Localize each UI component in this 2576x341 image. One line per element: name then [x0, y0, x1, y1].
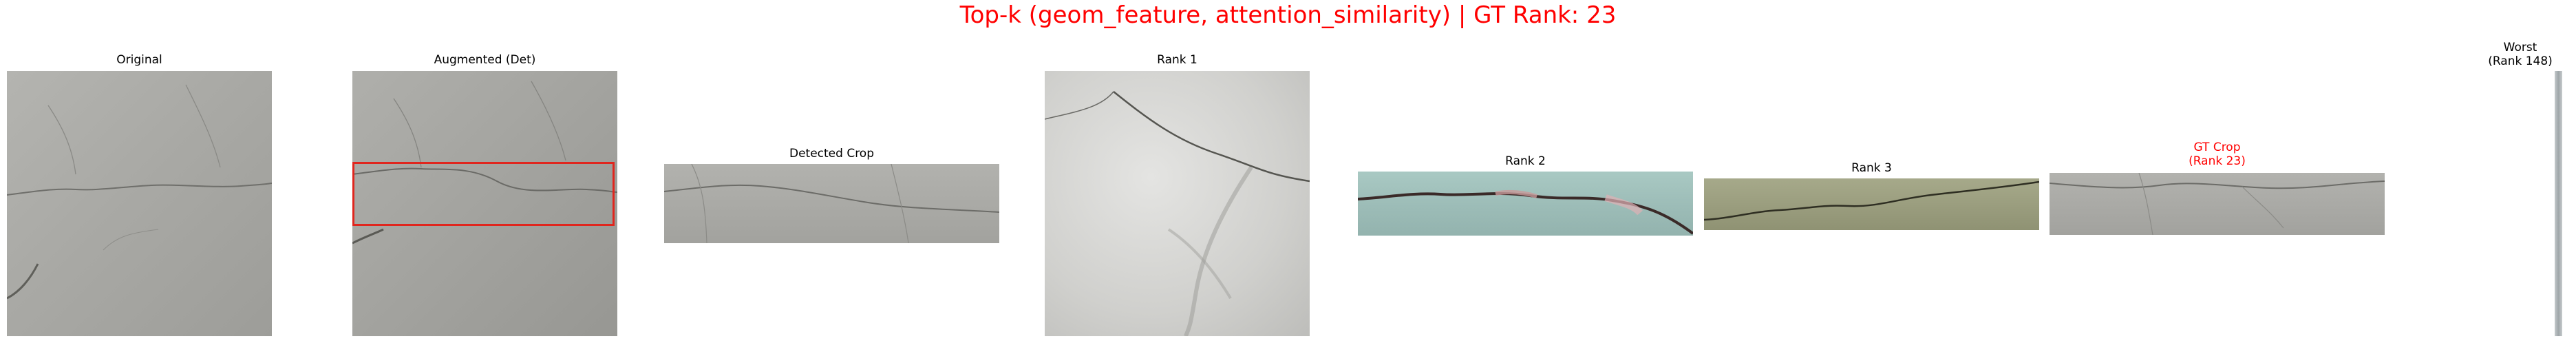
rank-3-image — [1704, 178, 2039, 230]
rank-1-image — [1045, 71, 1310, 336]
panel-title-original: Original — [116, 53, 162, 67]
detected-crop-image — [664, 164, 999, 243]
augmented-image — [352, 71, 617, 336]
panel-title-rank-1: Rank 1 — [1157, 53, 1197, 67]
detection-box — [352, 162, 615, 226]
panel-title-rank-2: Rank 2 — [1505, 154, 1546, 168]
panel-title-augmented: Augmented (Det) — [434, 53, 536, 67]
panel-title-gt-crop: GT Crop (Rank 23) — [2189, 141, 2246, 168]
figure-title: Top-k (geom_feature, attention_similarit… — [959, 1, 1617, 29]
gt-crop-image — [2050, 173, 2385, 235]
original-image — [7, 71, 272, 336]
panel-title-detected-crop: Detected Crop — [789, 147, 875, 161]
rank-2-image — [1358, 172, 1693, 236]
panel-title-worst: Worst (Rank 148) — [2488, 41, 2553, 68]
panel-title-rank-3: Rank 3 — [1851, 161, 1892, 175]
worst-image — [2555, 71, 2562, 336]
